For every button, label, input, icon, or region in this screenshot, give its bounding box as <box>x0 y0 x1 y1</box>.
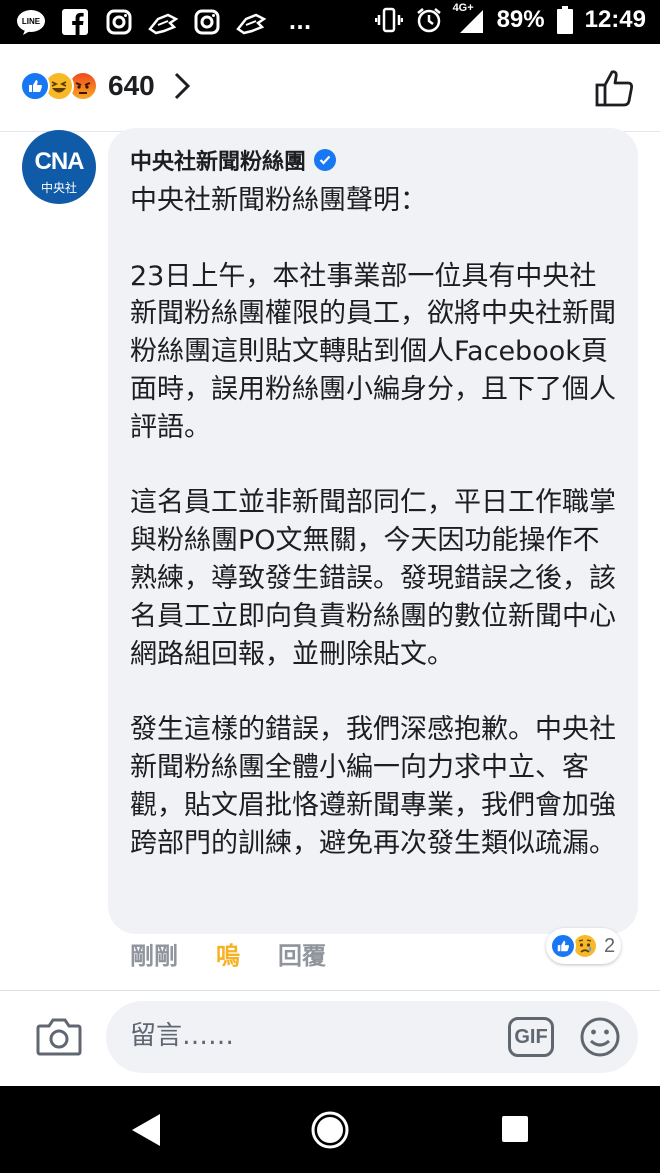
reactions-header: 640 <box>0 44 660 132</box>
comment-actions: 剛剛 嗚 回覆 <box>130 936 326 971</box>
reaction-count: 640 <box>108 70 155 101</box>
recent-apps-button[interactable] <box>500 1114 530 1144</box>
reactions-summary[interactable]: 640 <box>20 70 191 102</box>
camera-button[interactable] <box>36 1017 82 1057</box>
facebook-app-icon <box>60 7 90 37</box>
more-notifications-icon: ... <box>288 10 312 34</box>
back-triangle-icon <box>132 1114 160 1146</box>
notification-icons: LINE ... <box>16 7 320 37</box>
instagram-app-icon <box>104 7 134 37</box>
svg-text:LINE: LINE <box>22 17 41 26</box>
gif-button[interactable]: GIF <box>508 1017 554 1057</box>
verified-badge-icon <box>314 149 337 171</box>
avatar-subtext: 中央社 <box>40 181 77 195</box>
home-circle-icon <box>311 1111 349 1149</box>
comment-reaction-count: 2 <box>604 934 616 957</box>
instagram-app-icon-2 <box>192 7 222 37</box>
home-button[interactable] <box>310 1110 350 1150</box>
comment-author[interactable]: 中央社新聞粉絲團 <box>130 144 306 176</box>
cna-logo: CNA <box>34 148 85 175</box>
like-icon <box>20 71 50 101</box>
comment-paragraph: 這名員工並非新聞部同仁，平日工作職掌與粉絲團PO文無關，今天因功能操作不熟練，導… <box>130 487 616 670</box>
signal-indicator: 4G+ <box>453 2 485 34</box>
comment-text: 中央社新聞粉絲團聲明： 23日上午，本社事業部一位具有中央社新聞粉絲團權限的員工… <box>130 182 616 862</box>
hand-app-icon <box>148 7 178 37</box>
comment-composer: GIF <box>0 990 660 1086</box>
emoji-button[interactable] <box>578 1015 622 1059</box>
smiley-icon <box>580 1017 620 1057</box>
reply-button[interactable]: 回覆 <box>278 936 326 971</box>
hand-app-icon-2 <box>236 7 266 37</box>
system-indicators: 4G+ 89% 12:49 <box>374 2 646 34</box>
comment-input[interactable] <box>130 1021 490 1051</box>
like-icon <box>550 933 576 959</box>
camera-icon <box>36 1018 82 1056</box>
network-type: 4G+ <box>452 2 474 14</box>
recent-square-icon <box>502 1116 528 1142</box>
like-post-button[interactable] <box>594 68 634 108</box>
comment-timestamp: 剛剛 <box>130 942 178 970</box>
comment-paragraph: 發生這樣的錯誤，我們深感抱歉。中央社新聞粉絲團全體小編一向力求中立、客觀，貼文眉… <box>130 714 616 859</box>
line-app-icon: LINE <box>16 7 46 37</box>
clock: 12:49 <box>584 6 646 33</box>
status-bar: LINE ... 4G+ 89% 12:49 <box>0 0 660 44</box>
page-avatar[interactable]: CNA 中央社 <box>22 130 96 204</box>
vibrate-icon <box>374 7 403 33</box>
battery-icon <box>556 6 573 34</box>
reaction-button[interactable]: 嗚 <box>216 936 240 971</box>
comment-header: 中央社新聞粉絲團 <box>130 142 616 178</box>
alarm-icon <box>416 8 441 33</box>
back-button[interactable] <box>128 1110 164 1150</box>
comment-bubble: 中央社新聞粉絲團 中央社新聞粉絲團聲明： 23日上午，本社事業部一位具有中央社新… <box>108 128 638 934</box>
system-nav-bar <box>0 1086 660 1173</box>
comment-paragraph: 23日上午，本社事業部一位具有中央社新聞粉絲團權限的員工，欲將中央社新聞粉絲團這… <box>130 260 616 443</box>
thumbs-up-icon <box>595 70 634 107</box>
battery-percent: 89% <box>496 6 545 33</box>
comment-input-wrapper: GIF <box>106 1001 638 1073</box>
chevron-right-icon <box>174 72 190 100</box>
comment-paragraph: 中央社新聞粉絲團聲明： <box>130 185 427 216</box>
comment-reactions[interactable]: 2 <box>546 928 622 964</box>
